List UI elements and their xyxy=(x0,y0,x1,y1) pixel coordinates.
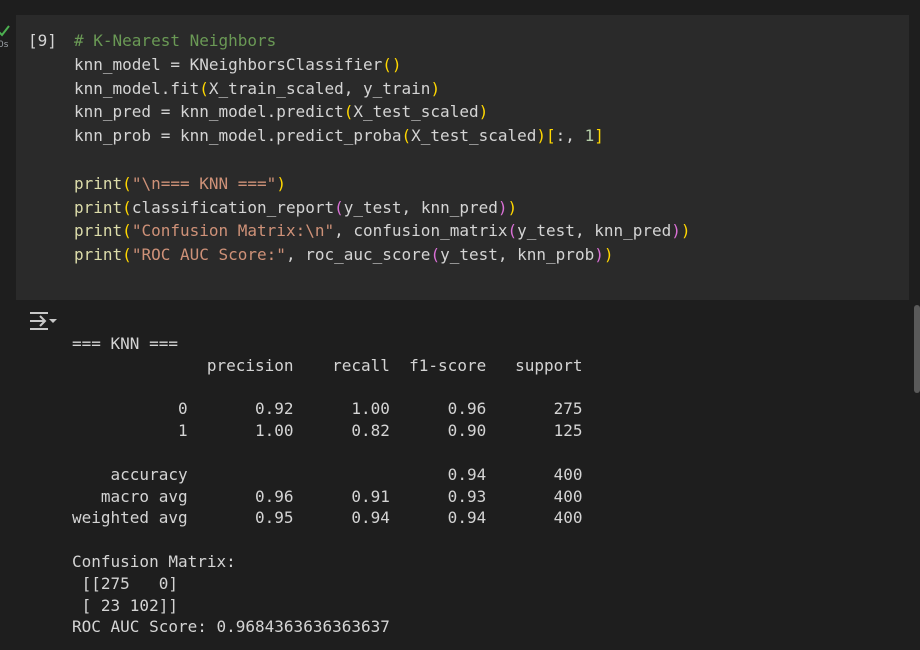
code-token: X_train_scaled, y_train xyxy=(208,78,431,98)
output-line: precision recall f1-score support xyxy=(72,355,583,375)
code-line: knn_model = KNeighborsClassifier() xyxy=(74,53,691,77)
code-token: ) xyxy=(497,197,508,217)
code-line: print("\n=== KNN ===") xyxy=(74,172,691,196)
code-token: , roc_auc_score xyxy=(285,245,431,265)
execution-time: 0s xyxy=(0,40,9,50)
code-token: # K-Nearest Neighbors xyxy=(74,31,277,50)
code-token: ) xyxy=(507,197,518,217)
code-token: print xyxy=(74,197,123,217)
code-token: X_test_scaled xyxy=(411,126,537,146)
output-line: 0 0.92 1.00 0.96 275 xyxy=(72,399,583,419)
code-token: KNeighborsClassifier xyxy=(189,54,383,74)
code-line: knn_model.fit(X_train_scaled, y_train) xyxy=(74,77,691,101)
code-token: "ROC AUC Score:" xyxy=(131,245,286,265)
code-token: X_test_scaled xyxy=(353,102,479,122)
code-token: ) xyxy=(671,221,681,241)
code-token: ( xyxy=(122,245,132,265)
output-line: [ 23 102]] xyxy=(72,595,178,615)
code-token: print xyxy=(74,173,123,193)
code-token: ( xyxy=(122,173,132,193)
code-token: y_test, knn_pred xyxy=(517,221,672,241)
code-token: y_test, knn_prob xyxy=(440,245,595,265)
code-token: ( xyxy=(122,197,132,217)
code-token: ( xyxy=(343,102,354,122)
code-token: ( xyxy=(122,221,132,241)
output-line: 1 1.00 0.82 0.90 125 xyxy=(72,421,583,441)
code-token: ) xyxy=(478,102,489,122)
code-token: () xyxy=(382,54,402,74)
code-editor[interactable]: # K-Nearest Neighbors knn_model = KNeighb… xyxy=(74,29,691,267)
code-token: ( xyxy=(401,126,412,146)
code-token: knn_prob = knn_model.predict_proba xyxy=(74,126,402,146)
code-line: knn_prob = knn_model.predict_proba(X_tes… xyxy=(74,124,691,148)
code-token: ( xyxy=(430,245,441,265)
code-token: knn_pred = knn_model.predict xyxy=(74,102,344,122)
code-token: ) xyxy=(680,221,691,241)
code-cell[interactable]: [9] # K-Nearest Neighbors knn_model = KNe… xyxy=(16,15,909,300)
code-token: classification_report xyxy=(131,197,335,217)
code-token: ) xyxy=(603,245,614,265)
code-token: , confusion_matrix xyxy=(334,221,508,241)
code-line: knn_pred = knn_model.predict(X_test_scal… xyxy=(74,100,691,124)
output-line: ROC AUC Score: 0.9684363636363637 xyxy=(72,617,390,637)
code-token: ] xyxy=(594,126,604,146)
code-line: print("ROC AUC Score:", roc_auc_score(y_… xyxy=(74,243,691,267)
code-token: ( xyxy=(507,221,518,241)
code-token: print xyxy=(74,221,123,241)
code-token: [ xyxy=(546,126,556,146)
code-token: ( xyxy=(334,197,344,217)
code-token: ) xyxy=(594,245,604,265)
cell-output: === KNN === precision recall f1-score su… xyxy=(72,333,583,638)
code-line: print("Confusion Matrix:\n", confusion_m… xyxy=(74,219,691,243)
code-line: print(classification_report(y_test, knn_… xyxy=(74,196,691,220)
output-line: === KNN === xyxy=(72,334,178,353)
output-line: [[275 0] xyxy=(72,573,178,593)
code-token: ( xyxy=(199,78,209,98)
output-line: macro avg 0.96 0.91 0.93 400 xyxy=(72,486,583,506)
code-token: print xyxy=(74,245,123,265)
code-token: "\n=== KNN ===" xyxy=(131,173,277,193)
code-token: knn_model = xyxy=(74,54,190,74)
output-line: Confusion Matrix: xyxy=(72,551,236,571)
code-token: knn_model.fit xyxy=(74,78,200,98)
code-token: "Confusion Matrix:\n" xyxy=(131,221,335,241)
check-icon xyxy=(0,25,10,37)
output-line: accuracy 0.94 400 xyxy=(72,464,583,484)
output-toggle-icon[interactable] xyxy=(28,310,58,332)
execution-count: [9] xyxy=(28,31,57,50)
code-line: # K-Nearest Neighbors xyxy=(74,29,691,53)
code-token: ) xyxy=(430,78,441,98)
output-line: weighted avg 0.95 0.94 0.94 400 xyxy=(72,508,583,528)
code-token: :, xyxy=(555,126,585,146)
scrollbar[interactable] xyxy=(914,305,920,393)
code-token: 1 xyxy=(584,126,595,146)
code-token: ) xyxy=(536,126,547,146)
code-token: ) xyxy=(276,173,286,193)
code-token: y_test, knn_pred xyxy=(343,197,498,217)
